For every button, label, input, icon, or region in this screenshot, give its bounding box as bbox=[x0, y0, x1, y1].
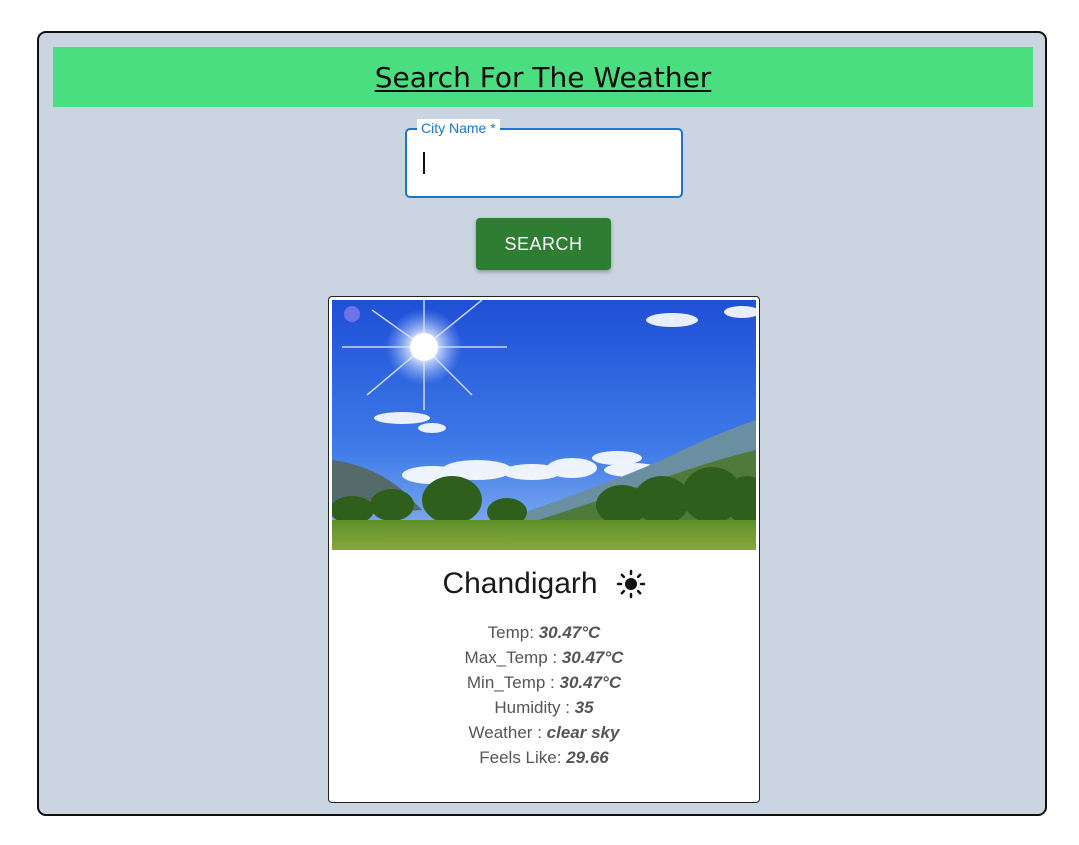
weather-details: Chandigarh Temp: 30.47°C Max_Temp: 30.4… bbox=[329, 562, 759, 770]
stat-value: 30.47°C bbox=[561, 648, 624, 667]
text-cursor bbox=[423, 152, 425, 174]
min-temp-row: Min_Temp : 30.47°C bbox=[329, 670, 759, 695]
stat-label: Min_Temp : bbox=[466, 673, 560, 692]
header-bar: Search For The Weather bbox=[53, 47, 1033, 107]
stat-label: Weather : bbox=[468, 723, 547, 742]
city-name-label: City Name * bbox=[417, 119, 500, 137]
stat-label: Feels Like: bbox=[479, 748, 567, 767]
feels-like-row: Feels Like: 29.66 bbox=[329, 745, 759, 770]
weather-row: Weather : clear sky bbox=[329, 720, 759, 745]
stat-value: 30.47°C bbox=[538, 623, 601, 642]
stat-value: 30.47°C bbox=[559, 673, 622, 692]
humidity-row: Humidity : 35 bbox=[329, 695, 759, 720]
city-name: Chandigarh bbox=[442, 567, 598, 600]
stat-label: Max_Temp : bbox=[464, 648, 562, 667]
stat-value: clear sky bbox=[546, 723, 620, 742]
temp-row: Temp: 30.47°C bbox=[329, 620, 759, 645]
stat-value: 29.66 bbox=[566, 748, 609, 767]
app-container: Search For The Weather City Name * SEARC… bbox=[37, 31, 1047, 816]
page-title: Search For The Weather bbox=[374, 60, 712, 94]
sun-icon bbox=[616, 569, 645, 599]
max-temp-row: Max_Temp : 30.47°C bbox=[329, 645, 759, 670]
stat-value: 35 bbox=[574, 698, 594, 717]
city-name-input[interactable] bbox=[419, 144, 673, 180]
city-title-row: Chandigarh bbox=[329, 562, 759, 606]
stat-label: Humidity : bbox=[494, 698, 575, 717]
city-name-field[interactable]: City Name * bbox=[405, 119, 683, 198]
search-button[interactable]: SEARCH bbox=[476, 218, 611, 270]
landscape-image bbox=[332, 300, 756, 550]
weather-stats: Temp: 30.47°C Max_Temp : 30.47°C Min_Tem… bbox=[329, 620, 759, 770]
stat-label: Temp: bbox=[487, 623, 539, 642]
weather-card: Chandigarh Temp: 30.47°C Max_Temp: 30.4… bbox=[328, 296, 760, 803]
